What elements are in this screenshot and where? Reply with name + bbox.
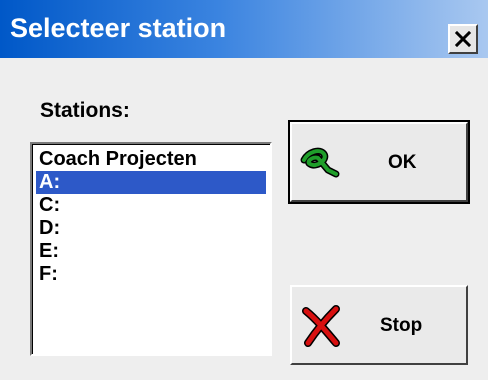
close-button[interactable] (448, 24, 478, 54)
ok-button-label: OK (388, 152, 417, 173)
green-check-icon (298, 144, 342, 185)
stations-listbox[interactable]: Coach Projecten A: C: D: E: F: (30, 142, 272, 356)
list-item[interactable]: E: (36, 240, 266, 263)
list-item-selected[interactable]: A: (36, 171, 266, 194)
stations-label: Stations: (40, 99, 130, 122)
window-title: Selecteer station (10, 13, 227, 43)
stop-button-label: Stop (380, 315, 423, 336)
title-bar[interactable]: Selecteer station (0, 0, 488, 58)
close-icon (455, 31, 471, 47)
list-item[interactable]: Coach Projecten (36, 148, 266, 171)
stop-button[interactable]: Stop (290, 285, 468, 365)
red-x-icon (302, 305, 342, 352)
ok-button[interactable]: OK (288, 120, 470, 204)
list-item[interactable]: C: (36, 194, 266, 217)
list-item[interactable]: D: (36, 217, 266, 240)
list-item[interactable]: F: (36, 263, 266, 286)
